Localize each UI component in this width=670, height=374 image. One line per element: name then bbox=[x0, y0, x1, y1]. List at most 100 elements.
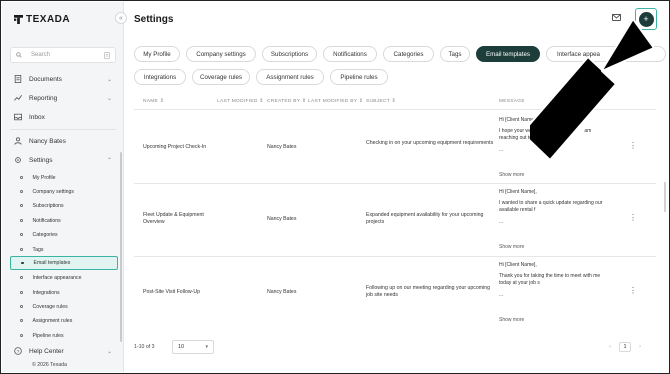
sidebar-item-my-profile[interactable]: My Profile bbox=[20, 172, 116, 183]
search-placeholder: Search bbox=[31, 52, 51, 58]
nav-documents[interactable]: Documents ⌄ bbox=[14, 75, 112, 83]
nav-reporting[interactable]: Reporting ⌄ bbox=[14, 94, 112, 102]
tab-notifications[interactable]: Notifications bbox=[323, 46, 377, 62]
sidebar-item-label: My Profile bbox=[32, 174, 56, 181]
bullet-icon bbox=[20, 248, 23, 251]
more-vertical-icon[interactable]: ⋮ bbox=[629, 142, 637, 150]
tab-pipeline-rules[interactable]: Pipeline rules bbox=[330, 69, 388, 85]
show-more-link[interactable]: Show more bbox=[499, 244, 524, 250]
sidebar-item-subscriptions[interactable]: Subscriptions bbox=[20, 200, 116, 211]
add-template-button[interactable]: + bbox=[635, 8, 657, 30]
column-label: LAST MODIFIED BY bbox=[308, 99, 358, 104]
created-by: Nancy Bates bbox=[267, 216, 297, 222]
table-row[interactable]: Fleet Update & Equipment Overview Nancy … bbox=[134, 184, 656, 257]
nav-documents-label: Documents bbox=[29, 75, 62, 83]
table-row[interactable]: Upcoming Project Check-In Nancy Bates Ch… bbox=[134, 111, 656, 184]
message-ellipsis: ... bbox=[499, 147, 504, 153]
sidebar-item-company-settings[interactable]: Company settings bbox=[20, 186, 116, 197]
tab-email-templates[interactable]: Email templates bbox=[476, 46, 540, 62]
more-vertical-icon[interactable]: ⋮ bbox=[629, 287, 637, 295]
template-message: Hi [Client Name], I hope your week is of… bbox=[499, 117, 624, 154]
sidebar-item-email-templates[interactable]: Email templates bbox=[10, 256, 118, 270]
column-header-last-modified-by[interactable]: LAST MODIFIED BY ⇕ bbox=[308, 99, 363, 104]
template-name[interactable]: Post-Site Visit Follow-Up bbox=[143, 289, 200, 296]
content-scrollbar[interactable] bbox=[664, 182, 666, 212]
current-page[interactable]: 1 bbox=[619, 342, 631, 352]
message-line: today at your job s bbox=[499, 280, 540, 286]
sidebar-item-label: Assignment rules bbox=[32, 317, 73, 324]
sort-icon: ⇕ bbox=[159, 99, 165, 104]
tab-categories[interactable]: Categories bbox=[383, 46, 434, 62]
sidebar-item-label: Notifications bbox=[32, 217, 61, 224]
tab-tags[interactable]: Tags bbox=[440, 46, 470, 62]
show-more-link[interactable]: Show more bbox=[499, 317, 524, 323]
sidebar-item-label: Company settings bbox=[32, 188, 75, 195]
show-more-link[interactable]: Show more bbox=[499, 172, 524, 178]
tab-coverage-rules[interactable]: Coverage rules bbox=[192, 69, 250, 85]
nav-inbox-label: Inbox bbox=[29, 113, 45, 121]
nav-inbox[interactable]: Inbox bbox=[14, 113, 112, 121]
table-row[interactable]: Post-Site Visit Follow-Up Nancy Bates Fo… bbox=[134, 257, 656, 330]
previous-page-button[interactable]: ‹ bbox=[605, 342, 615, 352]
tab-my-profile[interactable]: My Profile bbox=[134, 46, 180, 62]
user-avatar-icon bbox=[14, 137, 22, 145]
mail-icon[interactable] bbox=[612, 14, 621, 21]
sidebar-item-notifications[interactable]: Notifications bbox=[20, 215, 116, 226]
sidebar-item-interface-appearance[interactable]: Interface appearance bbox=[20, 272, 116, 283]
help-icon: ? bbox=[14, 347, 22, 355]
collapse-sidebar-button[interactable]: « bbox=[115, 12, 127, 24]
page-size-select[interactable]: 10 ▾ bbox=[172, 340, 214, 354]
column-label: MESSAGE bbox=[499, 99, 525, 104]
template-subject: Following up on our meeting regarding yo… bbox=[366, 285, 490, 298]
search-icon bbox=[16, 52, 22, 58]
sidebar-item-pipeline-rules[interactable]: Pipeline rules bbox=[20, 330, 116, 341]
column-label: CREATED BY bbox=[267, 99, 301, 104]
sidebar-item-categories[interactable]: Categories bbox=[20, 229, 116, 240]
main-content: Settings + My Profile Company settings S… bbox=[124, 2, 668, 372]
bullet-icon bbox=[20, 291, 23, 294]
sidebar-item-integrations[interactable]: Integrations bbox=[20, 287, 116, 298]
sidebar-item-label: Email templates bbox=[33, 260, 71, 266]
nav-help-center[interactable]: ? Help Center ⌄ bbox=[14, 347, 112, 355]
bullet-icon bbox=[20, 219, 23, 222]
more-vertical-icon[interactable]: ⋮ bbox=[629, 214, 637, 222]
keyboard-shortcut-icon bbox=[104, 51, 110, 59]
bullet-icon bbox=[20, 276, 23, 279]
bullet-icon bbox=[20, 233, 23, 236]
chevron-left-icon: « bbox=[119, 14, 123, 22]
tab-subscriptions[interactable]: Subscriptions bbox=[262, 46, 317, 62]
copyright: © 2026 Texada bbox=[32, 362, 67, 368]
sidebar-item-label: Integrations bbox=[32, 289, 60, 296]
sidebar-item-tags[interactable]: Tags bbox=[20, 244, 116, 255]
tab-company-settings[interactable]: Company settings bbox=[186, 46, 256, 62]
template-name[interactable]: Upcoming Project Check-In bbox=[143, 144, 206, 151]
sidebar-scrollbar[interactable] bbox=[120, 152, 122, 342]
message-ellipsis: ... bbox=[499, 292, 504, 298]
tab-integrations[interactable]: Integrations bbox=[134, 69, 186, 85]
template-message: Hi [Client Name], I wanted to share a qu… bbox=[499, 189, 624, 226]
next-page-button[interactable]: › bbox=[635, 342, 645, 352]
tab-interface-appearance[interactable]: Interface appea bbox=[546, 46, 666, 62]
svg-text:?: ? bbox=[17, 349, 20, 355]
brand-logo[interactable]: TEXADA bbox=[14, 14, 70, 25]
documents-icon bbox=[14, 75, 22, 83]
chevron-down-icon: ⌄ bbox=[106, 348, 112, 355]
message-line: reaching out to se bbox=[499, 135, 539, 141]
tab-assignment-rules[interactable]: Assignment rules bbox=[256, 69, 324, 85]
column-header-created-by[interactable]: CREATED BY ⇕ bbox=[267, 99, 306, 104]
search-input[interactable]: Search bbox=[10, 47, 116, 63]
nav-settings[interactable]: Settings ⌃ bbox=[14, 156, 112, 164]
sidebar-item-assignment-rules[interactable]: Assignment rules bbox=[20, 315, 116, 326]
user-profile[interactable]: Nancy Bates bbox=[14, 137, 112, 145]
template-name[interactable]: Fleet Update & Equipment Overview bbox=[143, 212, 223, 226]
bullet-icon bbox=[20, 190, 23, 193]
texada-logo-icon bbox=[14, 15, 23, 24]
sidebar-item-coverage-rules[interactable]: Coverage rules bbox=[20, 301, 116, 312]
chevron-down-icon: ⌄ bbox=[106, 95, 112, 102]
column-header-last-modified[interactable]: LAST MODIFIED ⇕ bbox=[217, 99, 264, 104]
created-by: Nancy Bates bbox=[267, 289, 297, 295]
column-label: NAME bbox=[143, 99, 159, 104]
bullet-icon bbox=[20, 176, 23, 179]
column-header-subject[interactable]: SUBJECT ⇕ bbox=[366, 99, 396, 104]
column-header-name[interactable]: NAME ⇕ bbox=[143, 99, 164, 104]
